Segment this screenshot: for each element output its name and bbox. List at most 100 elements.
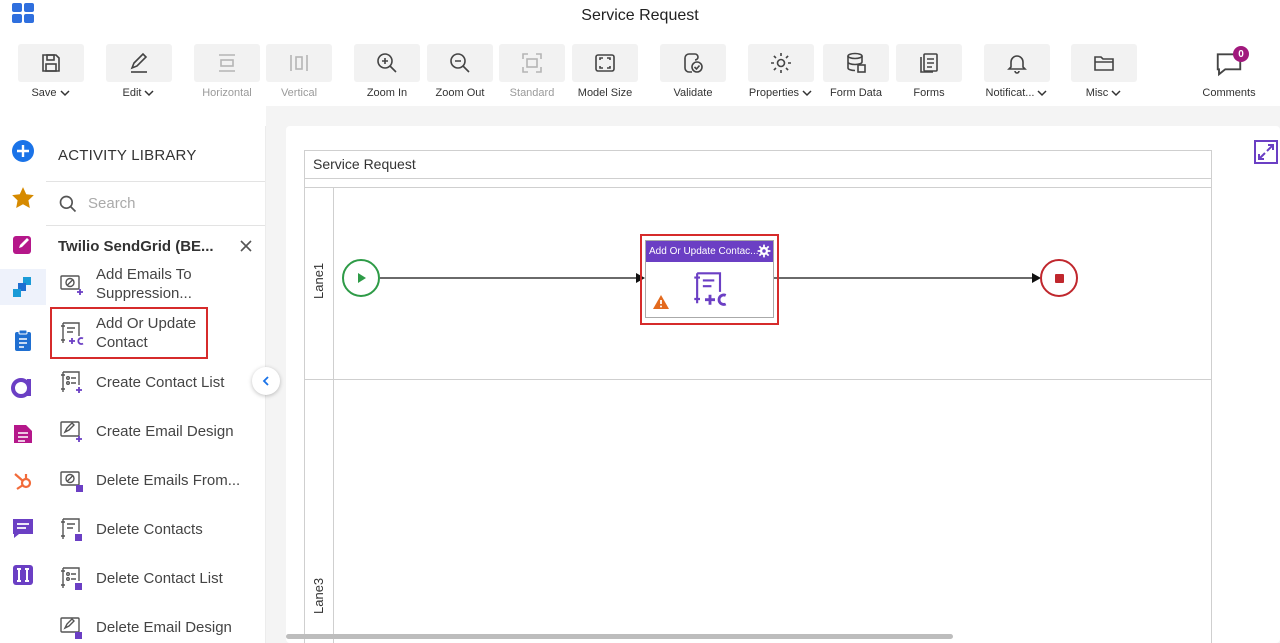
forms-icon — [920, 53, 938, 73]
library-item-add-or-update-contact[interactable]: Add Or Update Contact — [50, 307, 208, 359]
clipboard-icon[interactable] — [8, 325, 38, 355]
validate-label: Validate — [673, 87, 713, 99]
forms-button[interactable]: Forms — [896, 44, 962, 102]
forms-label: Forms — [913, 87, 945, 99]
task-title-bar: Add Or Update Contac... — [646, 241, 773, 262]
gear-icon[interactable] — [757, 244, 771, 258]
end-event[interactable] — [1040, 259, 1078, 297]
library-item-add-emails-to-suppression[interactable]: Add Emails To Suppression... — [58, 262, 258, 306]
library-group-header[interactable]: Twilio SendGrid (BE... — [46, 226, 265, 266]
notifications-label: Notificat... — [985, 87, 1035, 99]
toolbar: Save Edit Horizontal Vertical Zoom In Zo… — [0, 34, 1280, 106]
task-title: Add Or Update Contac... — [649, 246, 759, 257]
validate-button[interactable]: Validate — [660, 44, 726, 102]
contact-add-icon — [61, 322, 84, 345]
comments-label: Comments — [1202, 87, 1256, 99]
warning-icon — [653, 295, 669, 309]
validate-icon — [684, 53, 703, 73]
library-item-delete-contact-list[interactable]: Delete Contact List — [58, 556, 258, 600]
chevron-down-icon — [1037, 90, 1047, 97]
zoom-out-button[interactable]: Zoom Out — [427, 44, 493, 102]
vertical-label: Vertical — [280, 87, 318, 99]
add-icon[interactable] — [8, 136, 38, 166]
suppression-delete-icon — [60, 471, 83, 492]
standard-size-icon — [522, 53, 542, 73]
search-input[interactable] — [88, 195, 238, 212]
chevron-down-icon — [144, 90, 155, 97]
library-group-title: Twilio SendGrid (BE... — [58, 237, 214, 255]
activity-library-panel: ACTIVITY LIBRARY Twilio SendGrid (BE... … — [46, 126, 266, 643]
edit-button[interactable]: Edit — [106, 44, 172, 102]
vertical-button[interactable]: Vertical — [266, 44, 332, 102]
activity-library-heading: ACTIVITY LIBRARY — [46, 126, 265, 182]
misc-button[interactable]: Misc — [1071, 44, 1137, 102]
play-icon — [358, 273, 366, 283]
app-logo-icon[interactable] — [8, 372, 38, 402]
notifications-button[interactable]: Notificat... — [984, 44, 1050, 102]
model-size-button[interactable]: Model Size — [572, 44, 638, 102]
expand-icon[interactable] — [1253, 139, 1279, 165]
library-item-delete-contacts[interactable]: Delete Contacts — [58, 507, 258, 551]
library-item-label: Delete Email Design — [96, 618, 232, 636]
collapse-panel-button[interactable] — [252, 367, 280, 395]
form-data-label: Form Data — [830, 87, 882, 99]
chat-icon[interactable] — [8, 513, 38, 543]
search-icon — [59, 195, 77, 212]
chevron-down-icon — [1111, 90, 1121, 97]
model-size-label: Model Size — [577, 87, 633, 99]
horizontal-align-icon — [219, 54, 235, 72]
pool[interactable]: Service Request Lane1 Lane3 — [304, 150, 1212, 643]
properties-button[interactable]: Properties — [748, 44, 814, 102]
edit-label: Edit — [122, 87, 142, 99]
library-item-label: Create Email Design — [96, 422, 234, 440]
comments-button[interactable]: 0 Comments — [1196, 44, 1262, 99]
library-item-label: Delete Contact List — [96, 569, 223, 587]
horizontal-button[interactable]: Horizontal — [194, 44, 260, 102]
lane-label-1[interactable]: Lane1 — [311, 263, 326, 299]
start-event[interactable] — [342, 259, 380, 297]
library-item-create-email-design[interactable]: Create Email Design — [58, 409, 258, 453]
star-icon[interactable] — [8, 183, 38, 213]
zoom-in-label: Zoom In — [366, 87, 408, 99]
chevron-down-icon — [802, 90, 812, 97]
library-item-label: Delete Contacts — [96, 520, 203, 538]
lane-header-column — [305, 187, 334, 643]
library-item-delete-emails-from[interactable]: Delete Emails From... — [58, 458, 258, 502]
stop-icon — [1054, 273, 1064, 283]
standard-button[interactable]: Standard — [499, 44, 565, 102]
folder-icon — [1094, 56, 1114, 71]
document-icon[interactable] — [8, 419, 38, 449]
contact-delete-icon — [61, 518, 82, 541]
save-icon — [42, 54, 60, 72]
title-bar: Service Request — [0, 0, 1280, 34]
lane-divider — [305, 379, 1211, 380]
library-item-delete-email-design[interactable]: Delete Email Design — [58, 605, 258, 643]
zoom-in-button[interactable]: Zoom In — [354, 44, 420, 102]
zoom-out-label: Zoom Out — [435, 87, 485, 99]
fit-screen-icon — [595, 54, 615, 72]
horizontal-scrollbar[interactable] — [286, 634, 953, 639]
contact-add-icon — [694, 272, 727, 306]
integration-icon[interactable] — [0, 269, 46, 305]
add-or-update-contact-task[interactable]: Add Or Update Contac... — [645, 240, 774, 318]
library-search — [46, 182, 265, 226]
hubspot-icon[interactable] — [8, 466, 38, 496]
form-data-button[interactable]: Form Data — [823, 44, 889, 102]
library-item-label: Create Contact List — [96, 373, 225, 391]
misc-label: Misc — [1085, 87, 1109, 99]
close-icon[interactable] — [239, 239, 253, 253]
horizontal-label: Horizontal — [202, 87, 252, 99]
email-design-delete-icon — [60, 617, 82, 639]
chevron-left-icon — [262, 376, 269, 386]
zoom-out-icon — [450, 53, 470, 73]
save-button[interactable]: Save — [18, 44, 84, 102]
contact-list-delete-icon — [61, 567, 82, 590]
library-item-label: Add Emails To Suppression... — [96, 266, 192, 302]
library-item-label: Add Or Update Contact — [96, 315, 197, 351]
lane-label-3[interactable]: Lane3 — [311, 578, 326, 614]
save-label: Save — [31, 87, 57, 99]
library-item-create-contact-list[interactable]: Create Contact List — [58, 360, 258, 404]
bracket-icon[interactable] — [8, 560, 38, 590]
email-design-add-icon — [60, 421, 82, 442]
edit-form-icon[interactable] — [8, 230, 38, 260]
